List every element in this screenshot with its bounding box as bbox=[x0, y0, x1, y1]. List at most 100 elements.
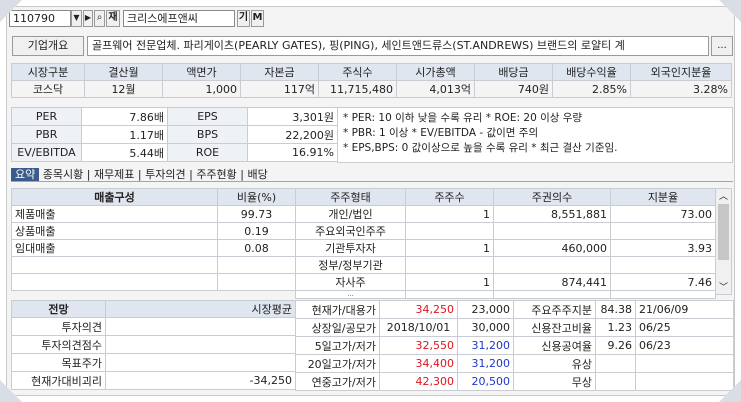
holder-cell bbox=[610, 256, 716, 274]
scrollbar[interactable]: ︿ ﹀ bbox=[715, 188, 732, 295]
company-overview-button[interactable]: 기업개요 bbox=[12, 36, 84, 56]
sales-ratio: 99.73 bbox=[217, 205, 296, 223]
price-cell: 20,500 bbox=[457, 372, 514, 391]
price-cell: 신용공여율 bbox=[513, 336, 596, 355]
tab-summary[interactable]: 요약 bbox=[11, 168, 40, 181]
price-cell: 32,550 bbox=[379, 336, 458, 355]
scroll-up-icon[interactable]: ︿ bbox=[716, 189, 731, 203]
jae-button[interactable]: 재 bbox=[106, 10, 120, 27]
outlook-row: 목표주가 bbox=[11, 353, 296, 372]
tab-1[interactable]: 재무제표 bbox=[94, 168, 134, 181]
ratio-label: EV/EBITDA bbox=[11, 143, 82, 162]
search-icon[interactable]: ⌕ bbox=[94, 10, 105, 27]
holder-row: 기관투자자 1 460,000 3.93 bbox=[295, 239, 716, 257]
sales-ratio bbox=[217, 273, 296, 291]
tab-0[interactable]: 종목시황 bbox=[43, 168, 83, 181]
holder-cell: 874,441 bbox=[493, 273, 611, 291]
price-cell: 1.23 bbox=[595, 318, 636, 337]
corner-decoration bbox=[719, 380, 741, 402]
price-row: 5일고가/저가 32,550 31,200 신용공여율 9.26 06/23 bbox=[295, 336, 734, 355]
price-cell: 주요주주지분 bbox=[513, 300, 596, 319]
scroll-down-icon[interactable]: ﹀ bbox=[716, 280, 731, 294]
price-table: 현재가/대용가 34,250 23,000 주요주주지분 84.38 21/06/09 상장… bbox=[295, 300, 734, 391]
holder-cell bbox=[405, 256, 494, 274]
market-header: 시가총액 bbox=[396, 63, 475, 81]
market-value: 3.28% bbox=[630, 80, 732, 98]
sales-row bbox=[11, 256, 296, 274]
ratio-label: EPS bbox=[167, 107, 248, 126]
price-cell: 31,200 bbox=[457, 354, 514, 373]
holder-row: 자사주 1 874,441 7.46 bbox=[295, 273, 716, 291]
market-value: 4,013억 bbox=[396, 80, 475, 98]
tab-separator: | bbox=[134, 168, 146, 181]
price-cell: 21/06/09 bbox=[635, 300, 734, 319]
sales-ratio: 0.19 bbox=[217, 222, 296, 240]
price-cell: 34,400 bbox=[379, 354, 458, 373]
outlook-label: 투자의견 bbox=[11, 317, 106, 336]
price-cell: 06/23 bbox=[635, 336, 734, 355]
holder-cell: 7.46 bbox=[610, 273, 716, 291]
market-header: 주식수 bbox=[318, 63, 397, 81]
sales-composition-table: 매출구성 비율(%) 제품매출 99.73 상품매출 0.19 임대매출 0.08 bbox=[11, 188, 296, 291]
sales-row: 상품매출 0.19 bbox=[11, 222, 296, 240]
price-cell: 20일고가/저가 bbox=[295, 354, 380, 373]
ratio-label: PBR bbox=[11, 125, 82, 144]
holder-cell bbox=[493, 222, 611, 240]
holder-cell: 73.00 bbox=[610, 205, 716, 223]
holder-cell: 1 bbox=[405, 239, 494, 257]
tab-4[interactable]: 배당 bbox=[248, 168, 268, 181]
holder-row: 개인/법인 1 8,551,881 73.00 bbox=[295, 205, 716, 223]
more-button[interactable]: ... bbox=[711, 36, 733, 56]
tab-2[interactable]: 투자의견 bbox=[145, 168, 185, 181]
market-value: 117억 bbox=[240, 80, 319, 98]
holder-header: 주주수 bbox=[405, 188, 494, 206]
corner-decoration bbox=[0, 380, 22, 402]
sales-ratio: 0.08 bbox=[217, 239, 296, 257]
price-row: 상장일/공모가 2018/10/01 30,000 신용잔고비율 1.23 06/25 bbox=[295, 318, 734, 337]
outlook-label: 투자의견점수 bbox=[11, 335, 106, 354]
scroll-thumb[interactable] bbox=[718, 204, 729, 260]
market-header: 배당수익율 bbox=[552, 63, 631, 81]
holder-cell: 8,551,881 bbox=[493, 205, 611, 223]
sales-item: 상품매출 bbox=[11, 222, 218, 240]
tab-bar: 요약 종목시황 | 재무제표 | 투자의견 | 주주현황 | 배당 bbox=[11, 168, 733, 182]
notes-box: * PER: 10 이하 낮을 수록 유리 * ROE: 20 이상 우량 * … bbox=[337, 107, 733, 163]
outlook-label: 목표주가 bbox=[11, 353, 106, 372]
market-value: 740원 bbox=[474, 80, 553, 98]
sales-item bbox=[11, 273, 218, 291]
price-cell: 42,300 bbox=[379, 372, 458, 391]
sales-row: 제품매출 99.73 bbox=[11, 205, 296, 223]
price-cell: 2018/10/01 bbox=[379, 318, 458, 337]
outlook-value bbox=[105, 317, 296, 336]
sales-row: 임대매출 0.08 bbox=[11, 239, 296, 257]
holder-cell: 460,000 bbox=[493, 239, 611, 257]
tab-separator: | bbox=[83, 168, 94, 181]
holder-cell bbox=[610, 222, 716, 240]
price-cell: 9.26 bbox=[595, 336, 636, 355]
tab-3[interactable]: 주주현황 bbox=[196, 168, 236, 181]
next-arrow-icon[interactable]: ▶ bbox=[83, 10, 93, 27]
market-header: 결산월 bbox=[84, 63, 163, 81]
holder-row: 주요외국인주주 bbox=[295, 222, 716, 240]
market-header: 배당금 bbox=[474, 63, 553, 81]
market-header: 외국인지분율 bbox=[630, 63, 732, 81]
holder-cell: 개인/법인 bbox=[295, 205, 406, 223]
dropdown-arrow-icon[interactable]: ▼ bbox=[71, 10, 82, 27]
sales-ratio bbox=[217, 256, 296, 274]
market-value: 2.85% bbox=[552, 80, 631, 98]
outlook-table: 전망 시장평균 투자의견 투자의견점수 목표주가 현재가대비괴리 -34,250 bbox=[11, 300, 296, 390]
holder-cell bbox=[405, 222, 494, 240]
note-line: * EPS,BPS: 0 값이상으로 높을 수록 유리 * 최근 결산 기준임. bbox=[343, 142, 618, 154]
ratio-label: ROE bbox=[167, 143, 248, 162]
holder-header: 지분율 bbox=[610, 188, 716, 206]
m-button[interactable]: M bbox=[251, 10, 264, 27]
holder-cell: 주요외국인주주 bbox=[295, 222, 406, 240]
gi-button[interactable]: 기 bbox=[237, 10, 250, 27]
price-cell bbox=[595, 372, 636, 391]
price-cell: 31,200 bbox=[457, 336, 514, 355]
holder-cell bbox=[405, 290, 494, 299]
ratio-value: 22,200원 bbox=[247, 125, 338, 144]
holder-header: 주권의수 bbox=[493, 188, 611, 206]
ratio-value: 3,301원 bbox=[247, 107, 338, 126]
sales-item: 제품매출 bbox=[11, 205, 218, 223]
